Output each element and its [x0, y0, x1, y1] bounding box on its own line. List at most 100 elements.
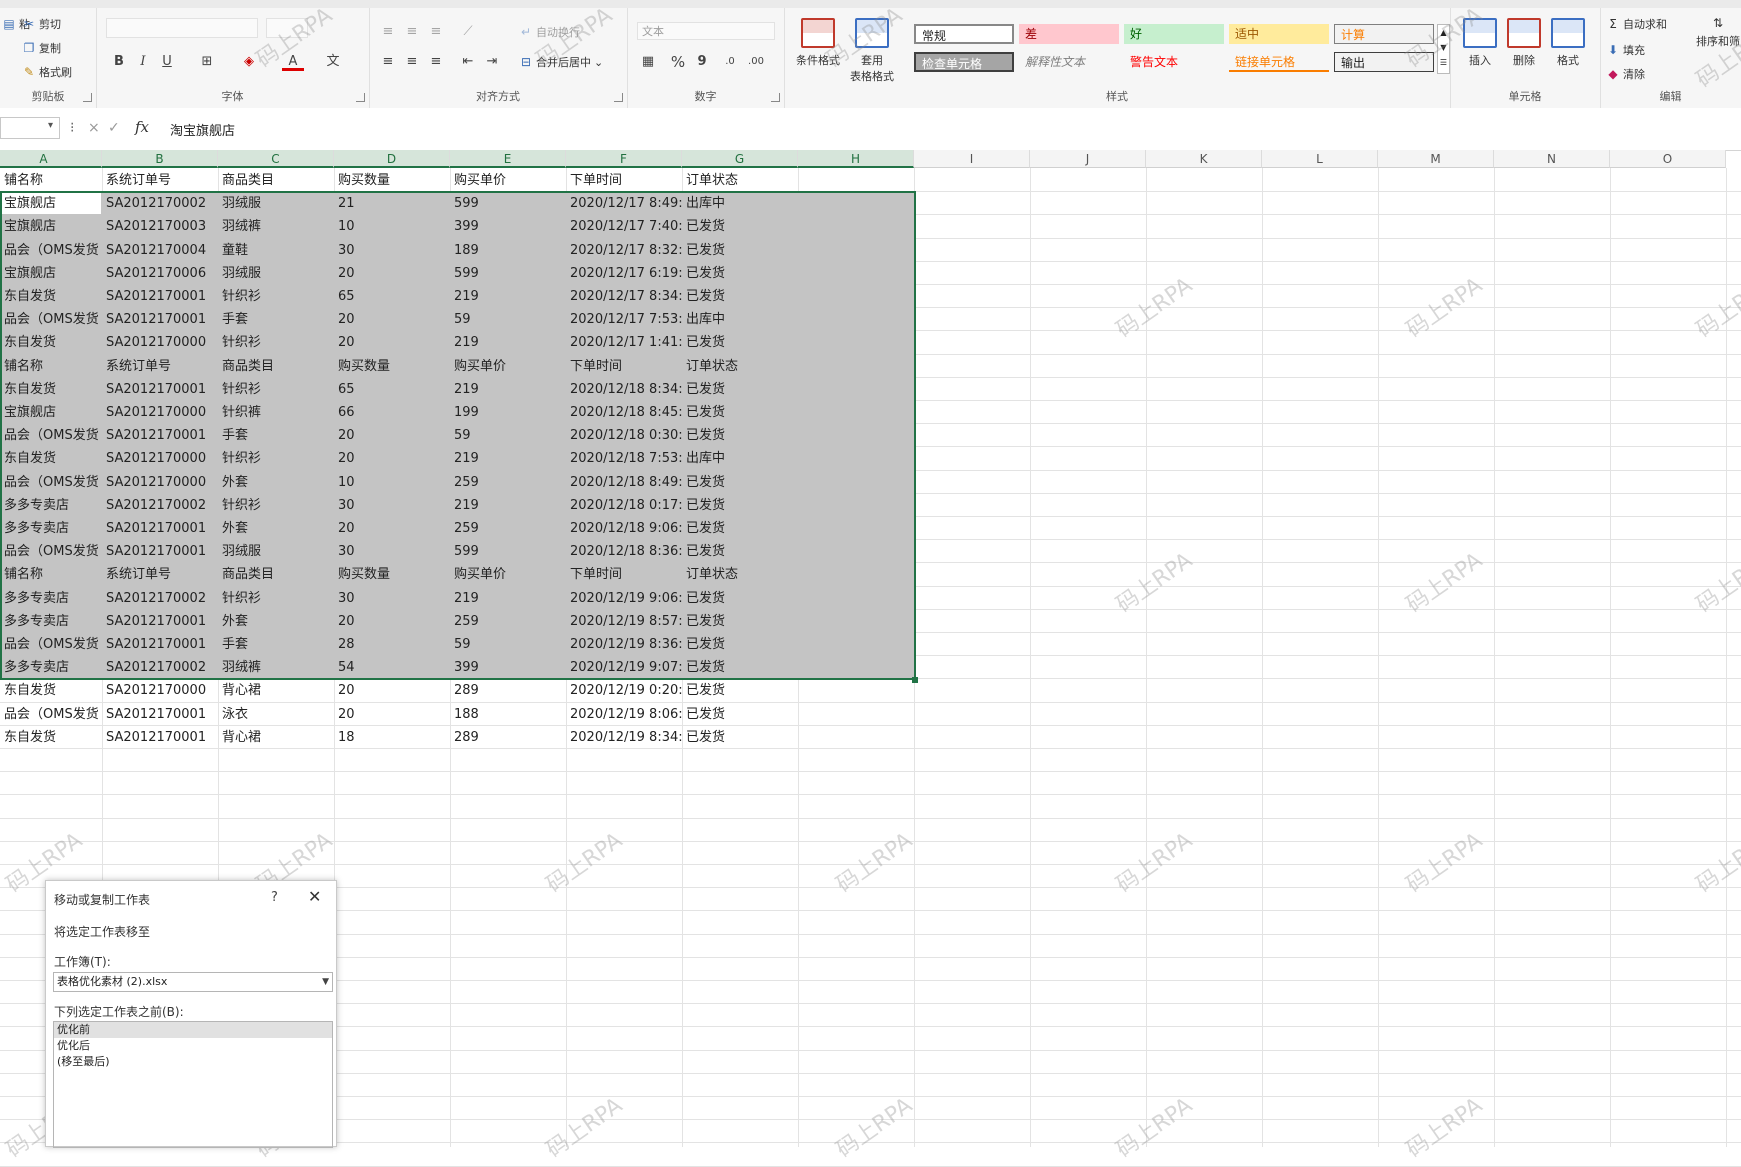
- formula-input[interactable]: 淘宝旗舰店: [170, 120, 235, 139]
- number-launcher-icon[interactable]: [771, 93, 780, 102]
- number-format-box[interactable]: 文本: [637, 22, 775, 40]
- cell[interactable]: 订单状态: [686, 563, 798, 586]
- cell[interactable]: SA2012170001: [106, 308, 218, 331]
- cell[interactable]: 2020/12/18 0:30:0: [570, 424, 682, 447]
- cell[interactable]: 2020/12/17 8:32:0: [570, 239, 682, 262]
- cell[interactable]: 59: [454, 424, 566, 447]
- cell[interactable]: 外套: [222, 471, 334, 494]
- font-color-button[interactable]: A: [282, 52, 304, 71]
- cell[interactable]: 系统订单号: [106, 355, 218, 378]
- percent-button[interactable]: %: [667, 52, 689, 72]
- table-format-button[interactable]: 套用 表格格式: [846, 18, 898, 84]
- cell[interactable]: SA2012170000: [106, 447, 218, 470]
- cell[interactable]: 259: [454, 471, 566, 494]
- cell[interactable]: 宝旗舰店: [4, 215, 116, 238]
- cell[interactable]: SA2012170002: [106, 192, 218, 215]
- format-button[interactable]: 格式: [1546, 18, 1590, 68]
- column-header-k[interactable]: K: [1146, 150, 1262, 168]
- cell[interactable]: SA2012170002: [106, 494, 218, 517]
- insert-button[interactable]: 插入: [1458, 18, 1502, 68]
- cell[interactable]: 28: [338, 633, 450, 656]
- cell[interactable]: 20: [338, 447, 450, 470]
- cell[interactable]: 铺名称: [4, 169, 116, 192]
- cell[interactable]: 品会（OMS发货: [4, 540, 116, 563]
- align-left-icon[interactable]: ≡: [377, 52, 399, 72]
- increase-decimal-icon[interactable]: .0: [719, 52, 741, 72]
- cell[interactable]: 针织衫: [222, 587, 334, 610]
- cell[interactable]: 20: [338, 517, 450, 540]
- style-neutral[interactable]: 适中: [1229, 24, 1329, 44]
- cell[interactable]: 东自发货: [4, 331, 116, 354]
- cell[interactable]: 2020/12/18 8:49:1: [570, 471, 682, 494]
- cell[interactable]: SA2012170000: [106, 331, 218, 354]
- cell[interactable]: 已发货: [686, 331, 798, 354]
- column-header-f[interactable]: F: [566, 150, 682, 168]
- cell[interactable]: 2020/12/19 9:07:0: [570, 656, 682, 679]
- autosum-button[interactable]: Σ 自动求和: [1606, 16, 1667, 32]
- cell[interactable]: 10: [338, 471, 450, 494]
- cell[interactable]: SA2012170001: [106, 610, 218, 633]
- align-bottom-icon[interactable]: ≡: [425, 22, 447, 42]
- close-icon[interactable]: ✕: [308, 887, 321, 906]
- bold-button[interactable]: B: [108, 52, 130, 72]
- cell[interactable]: 已发货: [686, 215, 798, 238]
- column-header-h[interactable]: H: [798, 150, 914, 168]
- cell[interactable]: 已发货: [686, 401, 798, 424]
- cell[interactable]: 219: [454, 587, 566, 610]
- cell[interactable]: 品会（OMS发货: [4, 633, 116, 656]
- column-header-b[interactable]: B: [102, 150, 218, 168]
- cell[interactable]: 已发货: [686, 587, 798, 610]
- cell[interactable]: 已发货: [686, 517, 798, 540]
- accounting-format-icon[interactable]: ▦: [637, 52, 659, 72]
- cell[interactable]: 259: [454, 610, 566, 633]
- cell[interactable]: 599: [454, 192, 566, 215]
- cell[interactable]: 54: [338, 656, 450, 679]
- cell[interactable]: 2020/12/17 8:49:0: [570, 192, 682, 215]
- cell[interactable]: SA2012170001: [106, 285, 218, 308]
- cell[interactable]: 已发货: [686, 494, 798, 517]
- styles-scroll[interactable]: ▲ ▼ ☰: [1437, 24, 1450, 74]
- align-middle-icon[interactable]: ≡: [401, 22, 423, 42]
- cell[interactable]: 泳衣: [222, 703, 334, 726]
- cell[interactable]: 出库中: [686, 308, 798, 331]
- cell[interactable]: 2020/12/18 9:06:0: [570, 517, 682, 540]
- cell[interactable]: 童鞋: [222, 239, 334, 262]
- cell[interactable]: SA2012170001: [106, 517, 218, 540]
- underline-button[interactable]: U: [156, 52, 178, 72]
- cell[interactable]: SA2012170001: [106, 633, 218, 656]
- cell[interactable]: 手套: [222, 308, 334, 331]
- style-output[interactable]: 输出: [1334, 52, 1434, 72]
- cut-button[interactable]: ✂ 剪切: [22, 16, 61, 32]
- cell[interactable]: 已发货: [686, 424, 798, 447]
- cell[interactable]: 599: [454, 262, 566, 285]
- cell[interactable]: 2020/12/19 0:20:0: [570, 679, 682, 702]
- cell[interactable]: 20: [338, 262, 450, 285]
- cell[interactable]: 宝旗舰店: [4, 401, 116, 424]
- cell[interactable]: 289: [454, 726, 566, 749]
- cell[interactable]: 2020/12/18 8:34:0: [570, 378, 682, 401]
- column-header-g[interactable]: G: [682, 150, 798, 168]
- column-header-o[interactable]: O: [1610, 150, 1726, 168]
- cell[interactable]: 购买数量: [338, 563, 450, 586]
- cell[interactable]: 已发货: [686, 656, 798, 679]
- cell[interactable]: 65: [338, 378, 450, 401]
- cell[interactable]: 商品类目: [222, 355, 334, 378]
- cell[interactable]: 2020/12/19 8:36:0: [570, 633, 682, 656]
- cell[interactable]: 品会（OMS发货: [4, 424, 116, 447]
- cell[interactable]: 66: [338, 401, 450, 424]
- align-top-icon[interactable]: ≡: [377, 22, 399, 42]
- cell[interactable]: 189: [454, 239, 566, 262]
- column-header-n[interactable]: N: [1494, 150, 1610, 168]
- cell[interactable]: 219: [454, 285, 566, 308]
- cell[interactable]: 2020/12/17 6:19:0: [570, 262, 682, 285]
- cell[interactable]: 18: [338, 726, 450, 749]
- cell[interactable]: 多多专卖店: [4, 587, 116, 610]
- font-launcher-icon[interactable]: [356, 93, 365, 102]
- cell[interactable]: SA2012170001: [106, 540, 218, 563]
- cell[interactable]: 手套: [222, 633, 334, 656]
- cell[interactable]: 20: [338, 424, 450, 447]
- cell[interactable]: 下单时间: [570, 563, 682, 586]
- insert-function-icon[interactable]: fx: [135, 118, 149, 136]
- cell[interactable]: 399: [454, 656, 566, 679]
- fill-handle[interactable]: [912, 677, 918, 684]
